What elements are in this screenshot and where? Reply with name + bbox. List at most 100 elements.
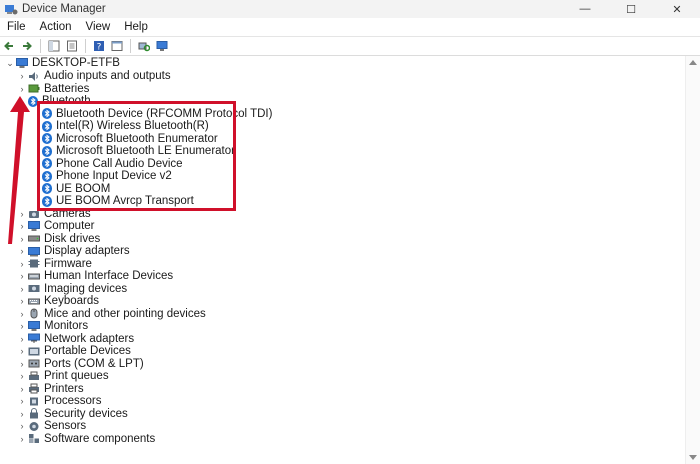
keyboard-icon (28, 298, 40, 305)
chevron-right-icon[interactable]: › (16, 70, 28, 82)
tree-category[interactable]: › Firmware (16, 258, 92, 271)
highlight-box (37, 101, 236, 211)
category-label: Computer (44, 220, 95, 232)
category-label: Firmware (44, 257, 92, 270)
battery-icon (28, 84, 40, 93)
tree-category[interactable]: › Human Interface Devices (16, 270, 174, 283)
chevron-right-icon[interactable]: › (16, 295, 28, 307)
toolbar-separator (130, 39, 131, 53)
chevron-right-icon[interactable]: › (16, 320, 28, 332)
tree-root[interactable]: ⌄ DESKTOP-ETFB (4, 57, 120, 70)
tree-category[interactable]: › Display adapters (16, 245, 130, 258)
chevron-right-icon[interactable]: › (16, 270, 28, 282)
window-controls: — ☐ ✕ (562, 0, 700, 18)
category-label: Printers (44, 382, 84, 395)
help-button[interactable]: ? (92, 39, 106, 53)
minimize-button[interactable]: — (562, 0, 608, 18)
chevron-right-icon[interactable]: › (16, 308, 28, 320)
add-legacy-button[interactable] (155, 39, 169, 53)
view-button[interactable] (110, 39, 124, 53)
toolbar-separator (85, 39, 86, 53)
chevron-right-icon[interactable]: › (16, 433, 28, 445)
display-adapter-icon (28, 246, 40, 257)
properties-icon (67, 40, 77, 52)
console-tree-icon (48, 40, 60, 52)
tree-category[interactable]: › Ports (COM & LPT) (16, 358, 144, 371)
category-label: Batteries (44, 82, 90, 95)
tree-category[interactable]: › Batteries (16, 82, 90, 96)
red-arrow-icon (8, 96, 30, 244)
properties-button[interactable] (65, 39, 79, 53)
print-queue-icon (29, 371, 39, 380)
scan-hardware-button[interactable] (137, 39, 151, 53)
toolbar: ? (0, 37, 700, 56)
category-label: Print queues (44, 370, 109, 382)
help-icon: ? (94, 41, 104, 52)
category-label: Keyboards (44, 295, 99, 307)
category-label: Audio inputs and outputs (44, 70, 171, 82)
chevron-right-icon[interactable]: › (16, 395, 28, 407)
category-label: Network adapters (44, 332, 135, 345)
scroll-up-icon[interactable] (689, 60, 697, 65)
scan-hardware-icon (138, 42, 150, 52)
forward-button[interactable] (20, 39, 34, 53)
category-label: Security devices (44, 407, 128, 420)
scroll-down-icon[interactable] (689, 455, 697, 460)
window-title: Device Manager (22, 3, 106, 15)
tree-category[interactable]: › Mice and other pointing devices (16, 308, 206, 321)
toolbar-separator (40, 39, 41, 53)
printer-icon (29, 383, 39, 394)
show-hide-tree-button[interactable] (47, 39, 61, 53)
security-icon (30, 408, 38, 419)
tree-category[interactable]: › Network adapters (16, 332, 135, 346)
imaging-icon (28, 285, 40, 293)
chevron-right-icon[interactable]: › (16, 258, 28, 270)
category-label: Display adapters (44, 245, 130, 257)
tree-category[interactable]: › Portable Devices (16, 345, 131, 358)
tree-category[interactable]: › Print queues (16, 370, 109, 383)
tree-category[interactable]: › Software components (16, 432, 156, 446)
category-label: Imaging devices (44, 282, 128, 295)
category-label: Monitors (44, 320, 89, 332)
category-label: Ports (COM & LPT) (44, 357, 144, 370)
menu-file[interactable]: File (0, 21, 33, 33)
network-icon (28, 333, 40, 344)
chevron-right-icon[interactable]: › (16, 345, 28, 357)
tree-category[interactable]: › Security devices (16, 408, 128, 421)
sensor-icon (29, 421, 39, 431)
category-label: Software components (44, 432, 156, 445)
category-label: Sensors (44, 420, 87, 432)
chevron-right-icon[interactable]: › (16, 283, 28, 295)
category-label: Portable Devices (44, 345, 131, 357)
tree-category[interactable]: › Processors (16, 395, 102, 408)
monitor-icon (156, 41, 168, 51)
hid-icon (28, 273, 40, 280)
chevron-right-icon[interactable]: › (16, 383, 28, 395)
tree-category[interactable]: › Sensors (16, 420, 87, 433)
chevron-right-icon[interactable]: › (16, 245, 28, 257)
tree-category[interactable]: › Keyboards (16, 295, 99, 308)
maximize-button[interactable]: ☐ (608, 0, 654, 18)
computer-icon (16, 57, 28, 68)
category-label: Human Interface Devices (44, 270, 174, 282)
speaker-icon (29, 71, 38, 81)
category-label: Disk drives (44, 232, 101, 245)
chevron-right-icon[interactable]: › (16, 420, 28, 432)
chevron-right-icon[interactable]: › (16, 358, 28, 370)
chevron-right-icon[interactable]: › (16, 370, 28, 382)
chevron-down-icon[interactable]: ⌄ (4, 57, 16, 69)
chevron-right-icon[interactable]: › (16, 83, 28, 95)
tree-category[interactable]: › Audio inputs and outputs (16, 70, 171, 83)
menu-action[interactable]: Action (33, 21, 79, 33)
chevron-right-icon[interactable]: › (16, 408, 28, 420)
chevron-right-icon[interactable]: › (16, 333, 28, 345)
tree-category[interactable]: › Imaging devices (16, 282, 128, 296)
back-button[interactable] (2, 39, 16, 53)
tree-category[interactable]: › Printers (16, 383, 84, 396)
list-view-icon (111, 41, 123, 51)
menu-help[interactable]: Help (117, 21, 155, 33)
tree-category[interactable]: › Monitors (16, 320, 89, 333)
close-button[interactable]: ✕ (654, 0, 700, 18)
vertical-scrollbar[interactable] (685, 56, 700, 464)
menu-view[interactable]: View (79, 21, 118, 33)
